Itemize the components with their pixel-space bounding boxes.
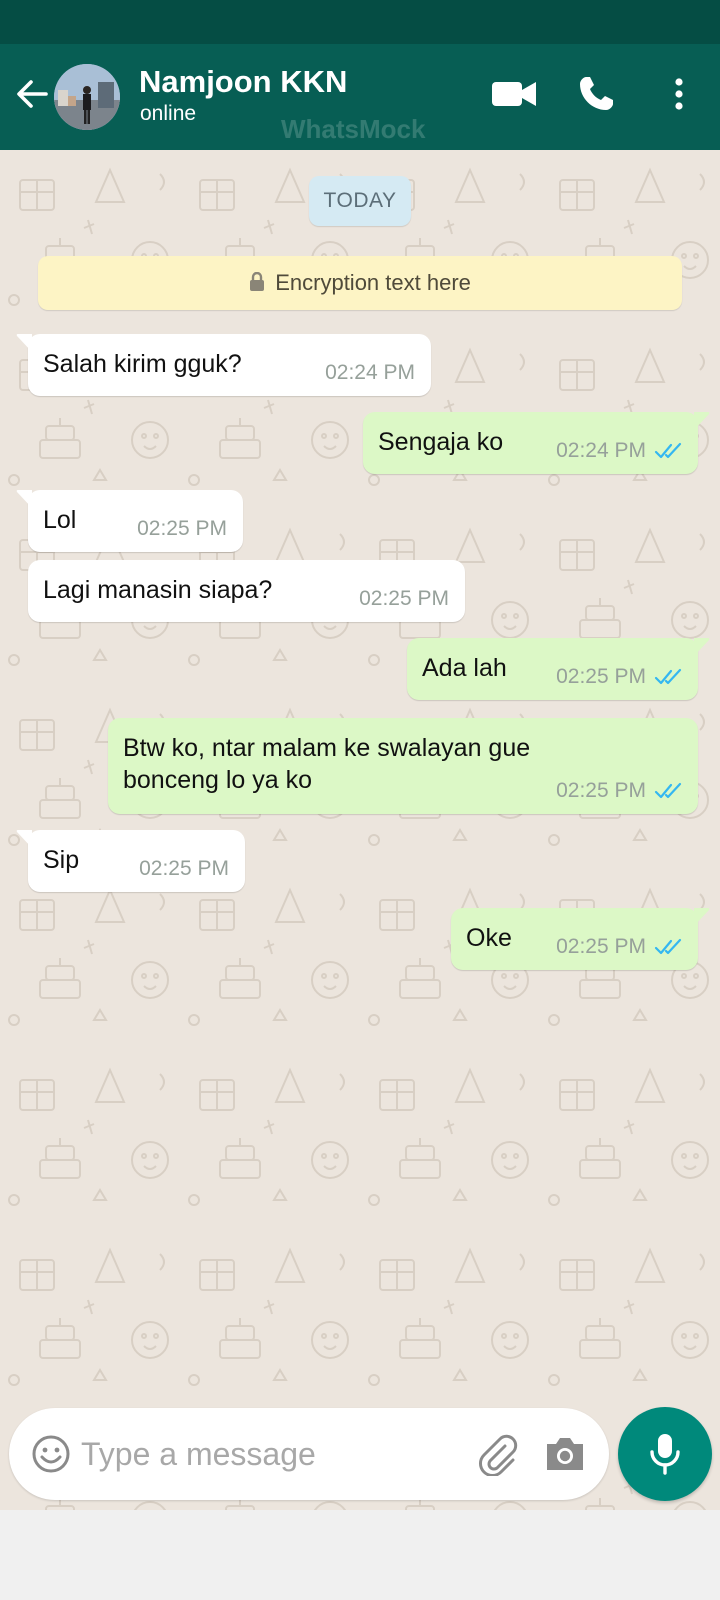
read-ticks-icon: [654, 782, 682, 799]
contact-status: online: [140, 102, 197, 125]
camera-icon[interactable]: [543, 1434, 587, 1474]
more-options-icon[interactable]: [664, 74, 694, 114]
message-incoming[interactable]: Lol 02:25 PM: [16, 490, 243, 552]
contact-name[interactable]: Namjoon KKN: [139, 64, 347, 100]
read-ticks-icon: [654, 442, 682, 459]
message-input[interactable]: [81, 1428, 461, 1480]
message-outgoing[interactable]: Ada lah 02:25 PM: [407, 638, 710, 700]
message-text-line: bonceng lo ya ko: [123, 766, 313, 794]
lock-icon: [250, 272, 265, 291]
message-outgoing[interactable]: Oke 02:25 PM: [451, 908, 710, 970]
message-time: 02:25 PM: [556, 665, 646, 688]
navigation-area: [0, 1510, 720, 1600]
message-time: 02:24 PM: [325, 361, 415, 384]
message-text: Btw ko, ntar malam ke swalayan gue bonce…: [123, 732, 530, 796]
encryption-notice[interactable]: Encryption text here: [38, 256, 682, 310]
attach-icon[interactable]: [475, 1432, 519, 1476]
message-outgoing[interactable]: Btw ko, ntar malam ke swalayan gue bonce…: [108, 718, 698, 814]
message-outgoing[interactable]: Sengaja ko 02:24 PM: [363, 412, 710, 474]
chat-header: Namjoon KKN online WhatsMock: [0, 44, 720, 150]
message-incoming[interactable]: Lagi manasin siapa? 02:25 PM: [28, 560, 465, 622]
bubble-tail: [694, 412, 710, 430]
encryption-text: Encryption text here: [275, 270, 471, 295]
message-time: 02:25 PM: [137, 517, 227, 540]
chat-area[interactable]: TODAY Encryption text here Salah kirim g…: [0, 150, 720, 1510]
message-time: 02:25 PM: [139, 857, 229, 880]
emoji-icon[interactable]: [31, 1434, 71, 1474]
message-time: 02:25 PM: [556, 935, 646, 958]
status-bar: [0, 0, 720, 44]
message-incoming[interactable]: Salah kirim gguk? 02:24 PM: [16, 334, 431, 396]
read-ticks-icon: [654, 938, 682, 955]
message-text: Sengaja ko: [378, 428, 504, 456]
message-text: Ada lah: [422, 654, 507, 682]
message-text: Sip: [43, 846, 80, 874]
message-text: Salah kirim gguk?: [43, 350, 242, 378]
avatar[interactable]: [54, 64, 120, 130]
watermark: WhatsMock: [281, 114, 426, 144]
bubble-tail: [16, 334, 32, 352]
back-arrow-icon[interactable]: [12, 74, 52, 114]
message-time: 02:25 PM: [359, 587, 449, 610]
date-chip: TODAY: [309, 176, 411, 226]
video-call-icon[interactable]: [490, 76, 538, 112]
bubble-tail: [694, 908, 710, 926]
bubble-tail: [16, 830, 32, 848]
bubble-tail: [16, 490, 32, 508]
message-time: 02:25 PM: [556, 779, 646, 802]
phone-icon[interactable]: [576, 74, 616, 114]
read-ticks-icon: [654, 668, 682, 685]
message-text: Lagi manasin siapa?: [43, 576, 273, 604]
message-text-line: Btw ko, ntar malam ke swalayan gue: [123, 734, 531, 762]
message-incoming[interactable]: Sip 02:25 PM: [16, 830, 245, 892]
mic-button[interactable]: [618, 1407, 712, 1501]
message-time: 02:24 PM: [556, 439, 646, 462]
bubble-tail: [694, 638, 710, 656]
message-text: Lol: [43, 506, 77, 534]
mic-icon: [650, 1434, 680, 1475]
message-composer: [9, 1408, 609, 1500]
message-text: Oke: [466, 924, 512, 952]
